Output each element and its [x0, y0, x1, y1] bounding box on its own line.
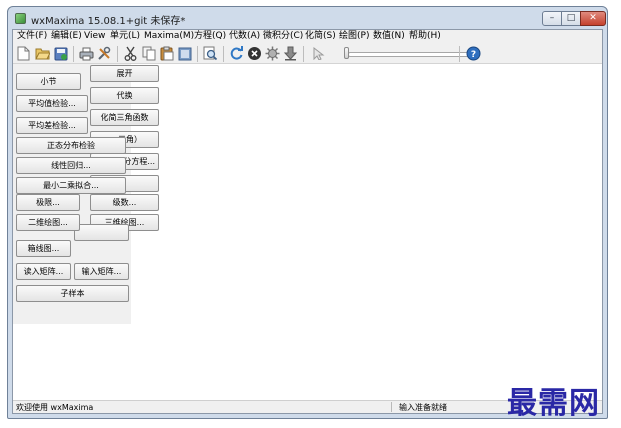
restart-icon	[230, 46, 243, 60]
close-button[interactable]: ✕	[580, 11, 606, 26]
substitute-button[interactable]: 代换	[90, 87, 159, 104]
title-bar[interactable]: wxMaxima 15.08.1+git 未保存* – □ ✕	[8, 7, 607, 29]
mean-test-button[interactable]: 平均值检验...	[16, 95, 88, 112]
settings-button[interactable]	[265, 46, 280, 61]
preferences-button[interactable]	[97, 46, 112, 61]
worksheet-area[interactable]: 展开 代换 化简三角函数 三角） 分方程... 级数... 三维绘图... 小节…	[13, 64, 602, 395]
cut-icon	[124, 46, 137, 61]
app-window: wxMaxima 15.08.1+git 未保存* – □ ✕ 文件(F) 编辑…	[7, 6, 608, 419]
save-button[interactable]	[53, 46, 68, 61]
least-squares-button[interactable]: 最小二乘拟合...	[16, 177, 126, 194]
open-icon	[35, 48, 50, 60]
print-button[interactable]	[79, 46, 94, 61]
status-message: 欢迎使用 wxMaxima	[16, 403, 94, 412]
menu-file[interactable]: 文件(F)	[17, 31, 47, 42]
interrupt-button[interactable]	[247, 46, 262, 61]
preferences-icon	[98, 46, 111, 60]
animation-slider-handle[interactable]	[344, 47, 349, 59]
maximize-icon: □	[566, 13, 576, 23]
limit-button[interactable]: 极限...	[16, 194, 80, 211]
copy-button[interactable]	[141, 46, 156, 61]
enter-matrix-button[interactable]: 输入矩阵...	[74, 263, 129, 280]
select-all-button[interactable]	[177, 46, 192, 61]
linear-regression-button[interactable]: 线性回归...	[16, 157, 126, 174]
menu-help[interactable]: 帮助(H)	[409, 31, 441, 42]
print-icon	[79, 47, 94, 60]
find-button[interactable]	[203, 46, 218, 61]
trigsimp-button[interactable]: 化简三角函数	[90, 109, 159, 126]
menu-plot[interactable]: 绘图(P)	[339, 31, 369, 42]
menu-edit[interactable]: 编辑(E)	[51, 31, 82, 42]
read-matrix-button[interactable]: 读入矩阵...	[16, 263, 71, 280]
download-button[interactable]	[283, 46, 298, 61]
normal-test-button[interactable]: 正态分布检验	[16, 137, 126, 154]
restart-button[interactable]	[229, 46, 244, 61]
toolbar-separator	[459, 46, 460, 62]
copy-icon	[142, 46, 155, 61]
toolbar-separator	[197, 46, 198, 62]
expand-button[interactable]: 展开	[90, 65, 159, 82]
cut-button[interactable]	[123, 46, 138, 61]
toolbar: ?	[13, 43, 602, 64]
wxmaxima-app-icon	[15, 13, 26, 24]
toolbar-separator	[117, 46, 118, 62]
menu-simplify[interactable]: 化简(S)	[305, 31, 336, 42]
window-title: wxMaxima 15.08.1+git 未保存*	[31, 16, 186, 27]
toolbar-separator	[223, 46, 224, 62]
maxima-status: 输入准备就绪	[399, 403, 447, 412]
new-icon	[17, 46, 30, 61]
paste-button[interactable]	[159, 46, 174, 61]
menu-view[interactable]: View	[84, 31, 105, 42]
maximize-button[interactable]: □	[561, 11, 581, 26]
menu-maxima[interactable]: Maxima(M)	[144, 31, 194, 42]
animation-button[interactable]	[311, 46, 326, 61]
status-separator	[391, 402, 392, 412]
toolbar-separator	[73, 46, 74, 62]
plot2d-button[interactable]: 二维绘图...	[16, 214, 80, 231]
client-area: 文件(F) 编辑(E) View 单元(L) Maxima(M) 方程(Q) 代…	[12, 29, 603, 414]
close-icon: ✕	[589, 13, 597, 23]
palette-button-hidden[interactable]	[74, 224, 129, 241]
open-button[interactable]	[35, 46, 50, 61]
animation-slider-track[interactable]	[348, 52, 470, 57]
menu-algebra[interactable]: 代数(A)	[229, 31, 260, 42]
menu-numeric[interactable]: 数值(N)	[373, 31, 405, 42]
svg-text:?: ?	[471, 50, 476, 60]
paste-icon	[160, 46, 173, 61]
menu-calculus[interactable]: 微积分(C)	[263, 31, 303, 42]
menu-cell[interactable]: 单元(L)	[110, 31, 140, 42]
menu-equations[interactable]: 方程(Q)	[194, 31, 226, 42]
mean-diff-test-button[interactable]: 平均差检验...	[16, 117, 88, 134]
watermark-logo: 最需网	[507, 386, 600, 421]
subsample-button[interactable]: 子样本	[16, 285, 129, 302]
help-icon: ?	[466, 46, 481, 61]
find-icon	[203, 46, 218, 61]
save-icon	[54, 47, 67, 60]
section-button[interactable]: 小节	[16, 73, 81, 90]
menu-bar: 文件(F) 编辑(E) View 单元(L) Maxima(M) 方程(Q) 代…	[13, 30, 602, 43]
minimize-icon: –	[549, 13, 555, 23]
toolbar-separator	[303, 46, 304, 62]
series-button[interactable]: 级数...	[90, 194, 159, 211]
select-all-icon	[178, 47, 191, 60]
animation-icon	[313, 47, 325, 60]
settings-icon	[265, 46, 280, 61]
new-button[interactable]	[16, 46, 31, 61]
boxplot-button[interactable]: 箱线图...	[16, 240, 71, 257]
minimize-button[interactable]: –	[542, 11, 562, 26]
interrupt-icon	[248, 47, 261, 60]
help-button[interactable]: ?	[466, 46, 481, 61]
download-icon	[283, 46, 298, 61]
